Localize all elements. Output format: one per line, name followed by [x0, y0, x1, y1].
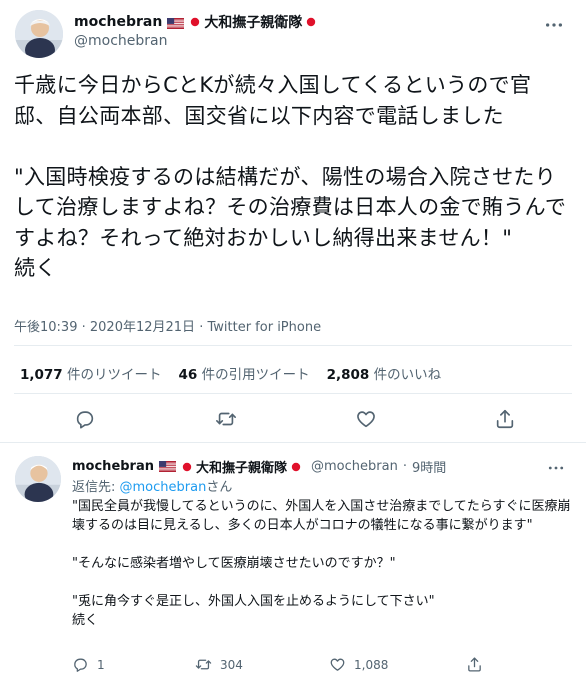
japan-flag-icon — [290, 461, 302, 473]
replying-prefix: 返信先: — [72, 480, 120, 495]
avatar[interactable] — [15, 10, 63, 58]
author-handle[interactable]: @mochebran — [311, 459, 398, 474]
separator-dot: · — [402, 459, 407, 474]
share-button[interactable] — [466, 656, 483, 673]
more-icon[interactable] — [543, 14, 565, 36]
tweet-thread: mochebran 大和撫子親衛隊 @mochebran 千歳に今日からCとKが… — [0, 0, 586, 693]
japan-flag-icon — [305, 16, 317, 28]
separator-dot: · — [81, 320, 86, 335]
tweet-actions — [0, 408, 586, 432]
divider — [14, 393, 572, 394]
retweet-icon[interactable] — [215, 408, 237, 430]
reply-icon[interactable] — [72, 656, 89, 673]
tweet-time[interactable]: 午後10:39 — [14, 320, 77, 335]
like-button[interactable]: 1,088 — [329, 656, 388, 673]
like-icon[interactable] — [329, 656, 346, 673]
display-name[interactable]: mochebran — [74, 14, 162, 30]
display-name[interactable]: mochebran — [72, 459, 154, 474]
us-flag-icon — [159, 461, 176, 472]
main-tweet: mochebran 大和撫子親衛隊 @mochebran 千歳に今日からCとKが… — [0, 0, 586, 443]
reply-icon[interactable] — [74, 408, 96, 430]
quote-stat[interactable]: 46 件の引用ツイート — [179, 363, 310, 383]
replying-suffix: さん — [206, 480, 233, 495]
reply-text: "国民全員が我慢してるというのに、外国人を入国させ治療までしてたらすぐに医療崩壊… — [72, 499, 571, 628]
reply-tweet[interactable]: mochebran 大和撫子親衛隊 @mochebran · 9時間 返信先: … — [0, 444, 586, 693]
engagement-stats: 1,077 件のリツイート 46 件の引用ツイート 2,808 件のいいね — [20, 363, 441, 383]
tweet-client[interactable]: Twitter for iPhone — [207, 320, 321, 335]
more-icon[interactable] — [545, 457, 567, 479]
reply-count: 1 — [97, 657, 105, 672]
us-flag-icon — [167, 17, 185, 29]
japan-flag-icon — [181, 461, 193, 473]
separator-dot: · — [199, 320, 204, 335]
author-name-row[interactable]: mochebran 大和撫子親衛隊 — [74, 12, 317, 32]
mention-link[interactable]: @mochebran — [120, 480, 207, 495]
tweet-text: 千歳に今日からCとKが続々入国してくるというので官邸、自公両本部、国交省に以下内… — [14, 73, 567, 280]
like-count: 1,088 — [354, 657, 389, 672]
tweet-time-ago[interactable]: 9時間 — [412, 457, 446, 476]
reply-button[interactable]: 1 — [72, 656, 105, 673]
like-stat[interactable]: 2,808 件のいいね — [327, 363, 442, 383]
share-icon[interactable] — [494, 408, 516, 430]
share-icon[interactable] — [466, 656, 483, 673]
reply-author-row[interactable]: mochebran 大和撫子親衛隊 @mochebran · 9時間 — [72, 457, 446, 476]
tweet-timestamp[interactable]: 午後10:39 · 2020年12月21日 · Twitter for iPho… — [14, 316, 321, 335]
retweet-button[interactable]: 304 — [195, 656, 243, 673]
japan-flag-icon — [189, 16, 201, 28]
avatar[interactable] — [15, 456, 61, 502]
group-name: 大和撫子親衛隊 — [196, 461, 288, 476]
retweet-stat[interactable]: 1,077 件のリツイート — [20, 363, 162, 383]
retweet-count: 304 — [220, 657, 243, 672]
reply-actions: 1 304 1,088 — [0, 656, 586, 678]
retweet-icon[interactable] — [195, 656, 212, 673]
author-handle[interactable]: @mochebran — [74, 33, 167, 49]
divider — [14, 345, 572, 346]
tweet-date[interactable]: 2020年12月21日 — [90, 320, 195, 335]
replying-to: 返信先: @mochebranさん — [72, 476, 232, 495]
group-name: 大和撫子親衛隊 — [204, 15, 303, 31]
like-icon[interactable] — [355, 408, 377, 430]
